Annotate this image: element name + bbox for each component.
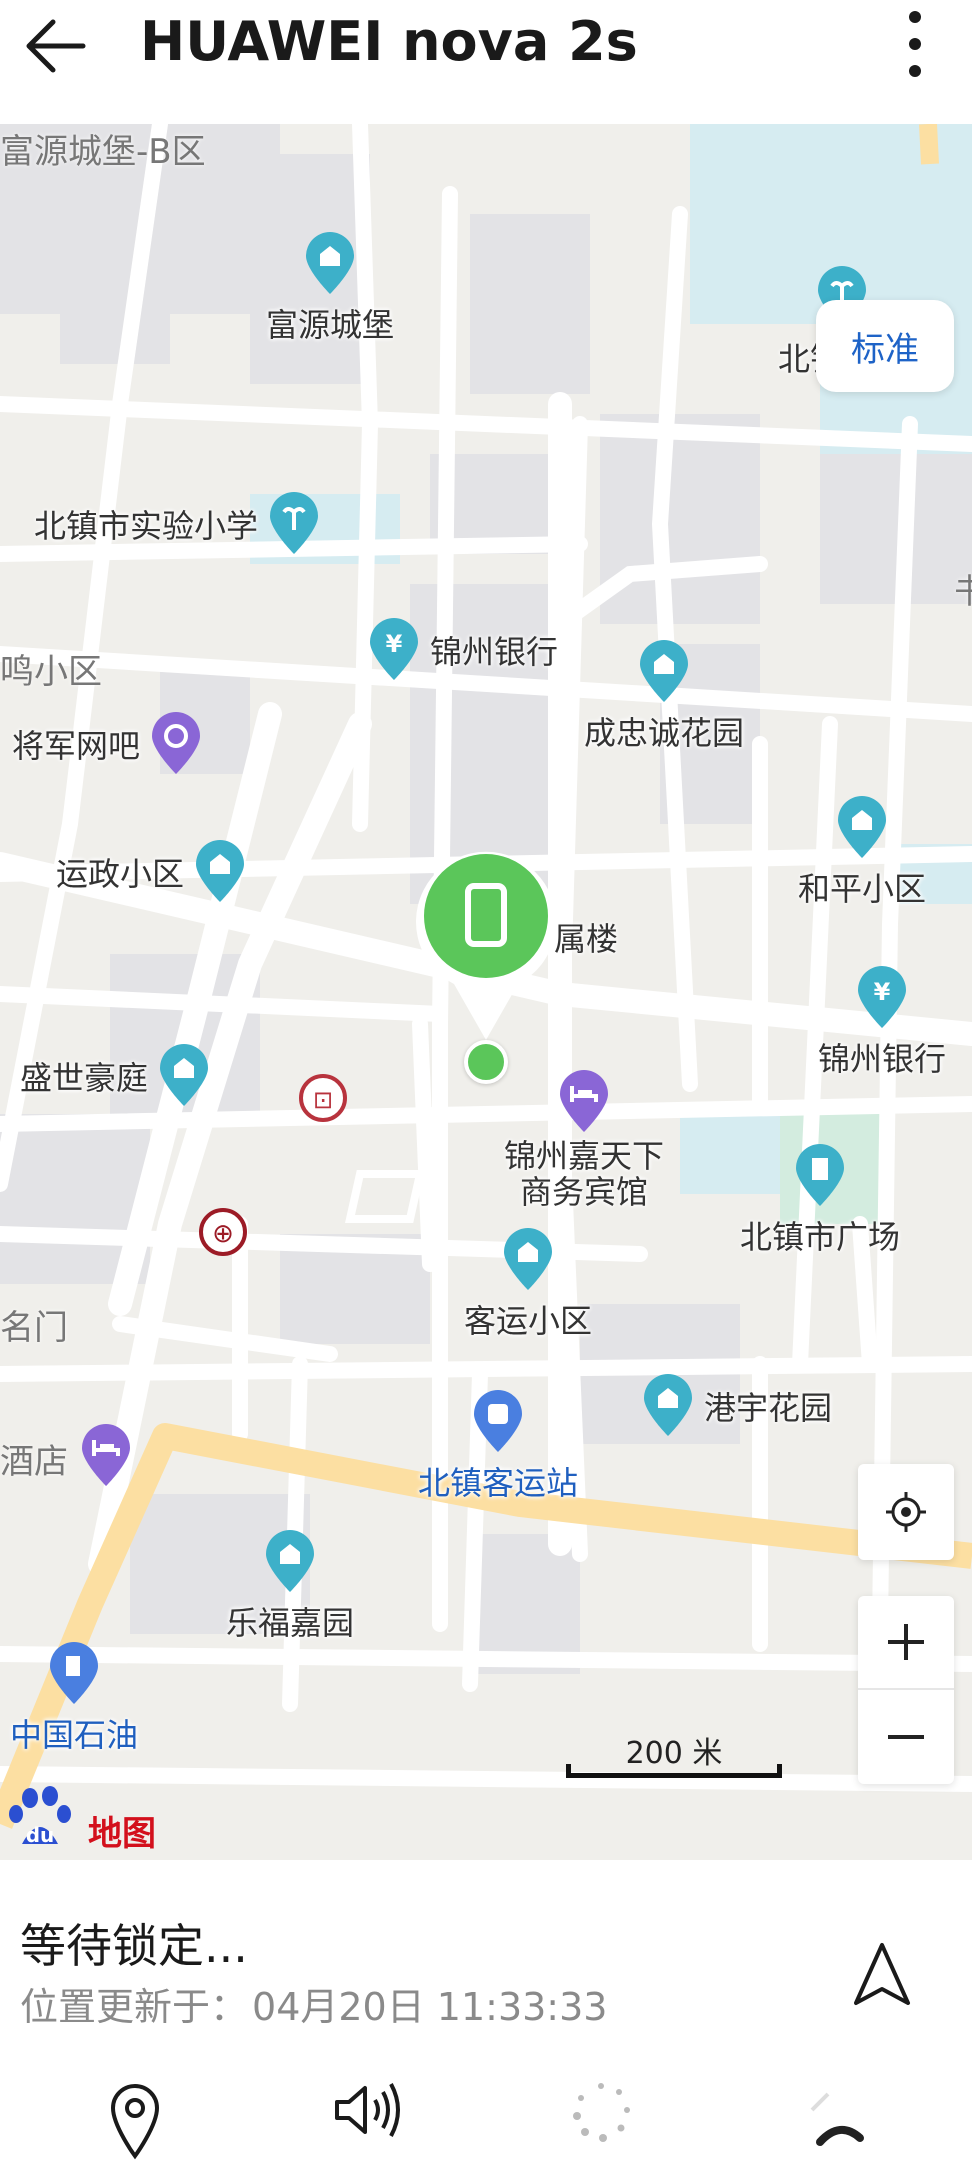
locate-device-button[interactable] [90,2080,180,2160]
last-updated: 位置更新于： 04月20日 11:33:33 [20,1976,607,2031]
play-sound-button[interactable] [324,2080,414,2160]
area-label: 名门 [0,1308,68,1348]
more-vertical-icon [909,11,921,77]
residential-icon [196,840,245,902]
residential-icon [266,1530,314,1592]
poi-shengshi-haoting[interactable]: 盛世豪庭 [20,1044,212,1108]
poi-fuyuan-castle[interactable]: 富源城堡 [266,232,394,346]
poi-jinzhou-bank[interactable]: ¥ 锦州银行 [366,618,558,682]
zoom-out-button[interactable] [858,1690,954,1784]
device-status-panel: 等待锁定... 位置更新于： 04月20日 11:33:33 [0,1860,972,2160]
residential-icon [504,1228,552,1290]
bus-station-icon [474,1390,522,1452]
residential-icon [838,796,886,858]
poi-chengzhong-garden[interactable]: 成忠诚花园 [584,640,744,754]
map-layer-button[interactable]: 标准 [816,300,954,392]
residential-icon [306,232,354,294]
poi-yunzheng-community[interactable]: 运政小区 [56,840,248,904]
zoom-in-button[interactable] [858,1596,954,1690]
scale-line [566,1764,782,1778]
svg-text:¥: ¥ [874,978,891,1006]
back-button[interactable] [14,4,98,88]
lock-status: 等待锁定... [20,1919,248,1973]
area-label: 酒店 [0,1442,68,1482]
lock-device-button[interactable] [556,2080,646,2160]
updated-label: 位置更新于： [20,1985,249,2029]
hotel-icon [82,1424,130,1486]
more-options-button[interactable] [870,2,960,86]
poi-dorm-building[interactable]: 属楼 [554,914,618,960]
my-location-button[interactable] [858,1464,954,1560]
gas-station-icon [50,1642,98,1704]
area-label: 富源城堡-B区 [0,132,206,172]
building-icon [796,1144,844,1206]
residential-icon [160,1044,209,1106]
bank-icon: ¥ [858,966,906,1028]
brand-text: 地图 [88,1814,156,1854]
poi-petrochina[interactable]: 中国石油 [10,1642,138,1756]
map-provider-logo: du 地图 [0,1778,156,1854]
device-position-dot [464,1040,508,1084]
device-location-marker[interactable] [414,844,558,1044]
map-scale-bar: 200 米 [566,1728,782,1778]
hotel-icon [560,1070,608,1132]
crosshair-icon [886,1492,926,1532]
svg-text:¥: ¥ [386,630,403,658]
logo-text: du [26,1823,55,1847]
erase-device-button[interactable] [790,2080,880,2160]
action-bar [0,2080,972,2160]
area-label: 鸣小区 [0,652,102,692]
poi-beizhen-square[interactable]: 北镇市广场 [740,1144,900,1258]
zoom-controls [858,1596,954,1784]
navigation-arrow-icon [854,1943,910,2005]
speaker-icon [335,2083,400,2137]
navigate-button[interactable] [840,1932,924,2016]
loading-spinner-icon [573,2083,630,2142]
residential-icon [640,640,688,702]
poi-bus-station[interactable]: 北镇客运站 [418,1390,578,1504]
poi-heping-community[interactable]: 和平小区 [798,796,926,910]
arrow-left-icon [26,19,86,73]
plus-icon [888,1624,924,1660]
svg-text:⊕: ⊕ [212,1219,234,1249]
map-view[interactable]: ⊡ ⊕ 富源城堡-B区 鸣小区 名门 酒店 书 富源城堡 北镇高中 北镇市实验小… [0,124,972,1860]
residential-icon [644,1374,692,1436]
location-pin-icon [110,2084,160,2160]
poi-keyun-community[interactable]: 客运小区 [464,1228,592,1342]
bank-icon: ¥ [370,618,418,680]
internet-cafe-icon [152,712,201,774]
school-icon [270,492,319,554]
svg-text:⊡: ⊡ [313,1086,333,1114]
poi-gangyu-garden[interactable]: 港宇花园 [640,1374,832,1438]
page-title: HUAWEI nova 2s [140,10,638,73]
minus-icon [888,1735,924,1739]
poi-business-hotel[interactable]: 锦州嘉天下 商务宾馆 [504,1070,664,1210]
poi-lefu-garden[interactable]: 乐福嘉园 [226,1530,354,1644]
poi-jinzhou-bank-2[interactable]: ¥ 锦州银行 [818,966,946,1080]
paw-logo-icon: du [9,1786,71,1847]
app-header: HUAWEI nova 2s [0,0,972,124]
area-label: 书 [954,572,972,612]
erase-icon [810,2092,864,2146]
poi-experimental-school[interactable]: 北镇市实验小学 [34,492,322,556]
poi-internet-cafe[interactable]: 将军网吧 [12,712,204,776]
updated-time: 04月20日 11:33:33 [252,1985,608,2029]
